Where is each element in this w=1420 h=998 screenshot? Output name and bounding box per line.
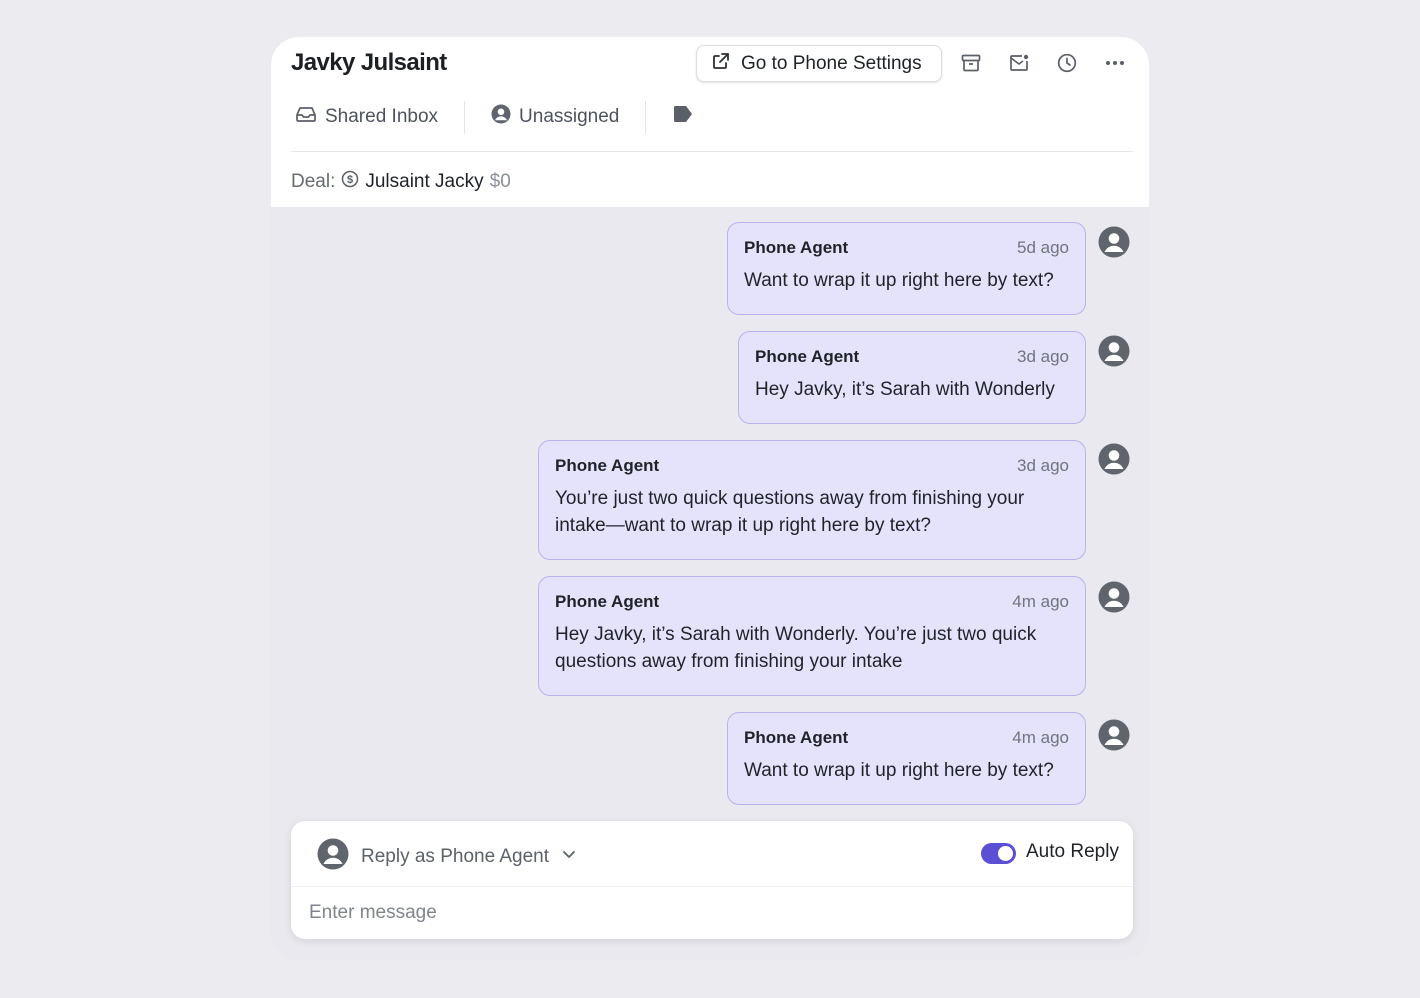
divider (645, 100, 647, 134)
message-sender: Phone Agent (555, 592, 660, 611)
deal-amount: $0 (489, 171, 511, 192)
toggle-knob (998, 846, 1013, 861)
message-sender: Phone Agent (744, 728, 849, 747)
message-time: 4m ago (1012, 728, 1069, 747)
assignee-selector[interactable]: Unassigned (487, 104, 623, 130)
message-time: 3d ago (1017, 347, 1069, 366)
deal-name-link[interactable]: Julsaint Jacky (365, 171, 483, 193)
message-bubble: Phone Agent 3d ago You’re just two quick… (538, 440, 1086, 560)
message-time: 4m ago (1012, 592, 1069, 611)
agent-avatar-icon (317, 838, 349, 876)
chevron-down-icon (561, 846, 577, 868)
message-time: 5d ago (1017, 238, 1069, 257)
conversation-panel: Javky Julsaint Go to Phone Settings Shar… (271, 37, 1149, 961)
clock-icon[interactable] (1055, 51, 1079, 75)
message-bubble: Phone Agent 3d ago Hey Javky, it’s Sarah… (738, 331, 1086, 424)
message-text: Want to wrap it up right here by text? (744, 270, 1054, 291)
message-bubble: Phone Agent 4m ago Hey Javky, it’s Sarah… (538, 576, 1086, 696)
message-text: Want to wrap it up right here by text? (744, 760, 1054, 781)
inbox-label: Shared Inbox (325, 106, 439, 127)
go-to-phone-settings-button[interactable]: Go to Phone Settings (696, 45, 942, 82)
composer-toolbar: Reply as Phone Agent Auto Reply (291, 821, 1133, 887)
agent-avatar (1098, 443, 1130, 475)
header-divider (291, 151, 1133, 152)
reply-as-selector[interactable]: Reply as Phone Agent (317, 838, 577, 876)
archive-icon[interactable] (959, 51, 983, 75)
svg-text:$: $ (347, 174, 353, 186)
inbox-selector[interactable]: Shared Inbox (291, 104, 442, 130)
contact-name: Javky Julsaint (291, 49, 447, 76)
message-input[interactable] (309, 899, 1109, 927)
tag-icon (672, 105, 694, 129)
message-time: 3d ago (1017, 456, 1069, 475)
conversation-header: Javky Julsaint Go to Phone Settings Shar… (271, 37, 1149, 207)
user-circle-icon (491, 104, 511, 130)
message-sender: Phone Agent (555, 456, 660, 475)
deal-row: Deal: $ Julsaint Jacky $0 (291, 170, 511, 194)
agent-avatar (1098, 226, 1130, 258)
message-bubble: Phone Agent 5d ago Want to wrap it up ri… (727, 222, 1086, 315)
inbox-icon (295, 104, 317, 130)
reply-as-label: Reply as Phone Agent (361, 846, 550, 867)
message-composer: Reply as Phone Agent Auto Reply (291, 821, 1133, 939)
auto-reply-toggle[interactable] (981, 843, 1016, 864)
message-text: Hey Javky, it’s Sarah with Wonderly (755, 379, 1055, 400)
message-text: You’re just two quick questions away fro… (555, 488, 1025, 536)
message-text: Hey Javky, it’s Sarah with Wonderly. You… (555, 624, 1037, 672)
more-icon[interactable] (1103, 51, 1127, 75)
message-bubble: Phone Agent 4m ago Want to wrap it up ri… (727, 712, 1086, 805)
agent-avatar (1098, 581, 1130, 613)
mail-icon[interactable] (1007, 51, 1031, 75)
agent-avatar (1098, 335, 1130, 367)
dollar-circle-icon: $ (341, 170, 359, 194)
tag-button[interactable] (668, 105, 698, 129)
conversation-meta: Shared Inbox Unassigned (291, 100, 698, 134)
message-sender: Phone Agent (744, 238, 849, 257)
auto-reply-label: Auto Reply (1026, 841, 1119, 862)
divider (464, 100, 466, 134)
agent-avatar (1098, 719, 1130, 751)
settings-button-label: Go to Phone Settings (741, 52, 922, 74)
deal-label: Deal: (291, 171, 336, 192)
message-sender: Phone Agent (755, 347, 860, 366)
external-link-icon (711, 51, 731, 77)
assignee-label: Unassigned (519, 106, 620, 127)
